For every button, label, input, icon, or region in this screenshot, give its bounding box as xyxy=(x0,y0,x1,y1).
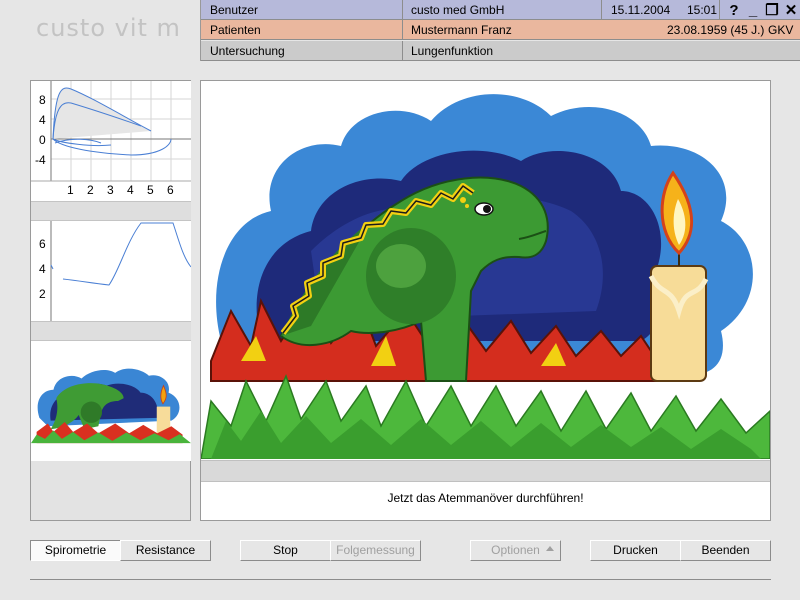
main-display: Jetzt das Atemmanöver durchführen! xyxy=(200,80,771,521)
bottom-divider xyxy=(30,579,771,580)
x-tick-label: 4 xyxy=(127,183,134,197)
patient-label: Patienten xyxy=(210,23,261,37)
spirometrie-button[interactable]: Spirometrie xyxy=(30,540,121,561)
resistance-button[interactable]: Resistance xyxy=(120,540,211,561)
close-icon[interactable]: ✕ xyxy=(783,1,799,19)
date: 15.11.2004 xyxy=(611,3,671,17)
x-tick-label: 2 xyxy=(87,183,94,197)
insurance: GKV xyxy=(768,23,794,37)
exam-value: Lungenfunktion xyxy=(411,44,494,58)
drucken-button[interactable]: Drucken xyxy=(590,540,681,561)
volume-time-chart[interactable]: 6 4 2 xyxy=(31,221,192,321)
window-controls: ? _ ❐ ✕ xyxy=(726,1,799,20)
dragon-candle-thumbnail-image xyxy=(31,368,191,444)
volume-time-plot xyxy=(50,221,192,321)
left-panel: 8 4 0 -4 1 2 3 4 5 6 6 4 2 xyxy=(30,80,192,521)
patient-row: Patienten Mustermann Franz 23.08.1959 (4… xyxy=(201,20,800,40)
y-tick-label: -4 xyxy=(35,153,46,167)
patient-name: Mustermann Franz xyxy=(411,23,512,37)
flow-volume-chart[interactable]: 8 4 0 -4 1 2 3 4 5 6 xyxy=(31,81,191,201)
animation-thumbnail[interactable] xyxy=(31,341,191,461)
y-tick-label: 4 xyxy=(39,262,46,276)
exam-row: Untersuchung Lungenfunktion xyxy=(201,41,800,61)
x-tick-label: 1 xyxy=(67,183,74,197)
stop-button[interactable]: Stop xyxy=(240,540,331,561)
chevron-up-icon xyxy=(546,546,554,551)
exam-label: Untersuchung xyxy=(210,44,285,58)
optionen-label: Optionen xyxy=(491,543,540,557)
x-tick-label: 6 xyxy=(167,183,174,197)
y-tick-label: 2 xyxy=(39,287,46,301)
help-icon[interactable]: ? xyxy=(726,1,742,19)
restore-icon[interactable]: ❐ xyxy=(764,1,780,19)
folgemessung-button[interactable]: Folgemessung xyxy=(330,540,421,561)
patient-birthdate: 23.08.1959 (45 J.) xyxy=(667,23,765,37)
beenden-button[interactable]: Beenden xyxy=(680,540,771,561)
user-label: Benutzer xyxy=(210,3,259,17)
chart-divider xyxy=(31,201,191,221)
x-tick-label: 5 xyxy=(147,183,154,197)
chart-divider xyxy=(31,321,191,341)
minimize-icon[interactable]: _ xyxy=(745,1,761,19)
app-logo: custo vit m xyxy=(36,14,181,42)
x-tick-label: 3 xyxy=(107,183,114,197)
status-strip xyxy=(201,460,770,482)
patient-info-header: Benutzer custo med GmbH 15.11.2004 15:01… xyxy=(200,0,800,61)
time: 15:01 xyxy=(687,3,718,17)
user-value: custo med GmbH xyxy=(411,3,505,17)
y-tick-label: 6 xyxy=(39,237,46,251)
optionen-button[interactable]: Optionen xyxy=(470,540,561,561)
y-tick-label: 4 xyxy=(39,113,46,127)
y-tick-label: 0 xyxy=(39,133,46,147)
y-tick-label: 8 xyxy=(39,93,46,107)
user-row: Benutzer custo med GmbH 15.11.2004 15:01… xyxy=(201,0,800,20)
dragon-candle-animation xyxy=(200,94,771,460)
instruction-message: Jetzt das Atemmanöver durchführen! xyxy=(387,491,584,505)
